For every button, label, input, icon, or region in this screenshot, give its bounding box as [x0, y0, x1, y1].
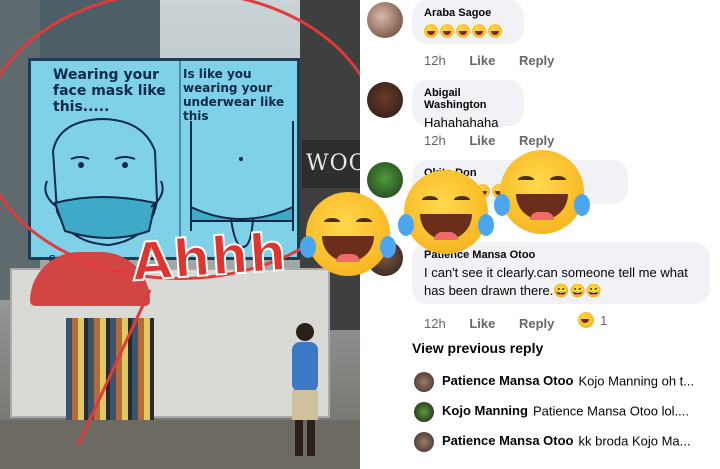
like-button[interactable]: Like [469, 53, 495, 68]
reply-author[interactable]: Patience Mansa Otoo [442, 373, 573, 388]
overlay-text: Ahhh [129, 222, 290, 295]
commenter-name[interactable]: Abigail Washington [424, 87, 512, 111]
emoji-tear [494, 194, 510, 216]
crying-laughing-emoji-icon [494, 150, 590, 234]
emoji-mouth [516, 194, 568, 220]
comment-text: I can't see it clearly.can someone tell … [424, 265, 688, 298]
crying-laughing-emoji-icon [300, 192, 396, 276]
emoji-row [424, 22, 504, 39]
view-previous-reply-link[interactable]: View previous reply [412, 340, 543, 356]
commenter-name[interactable]: Patience Mansa Otoo [424, 249, 698, 261]
emoji-eye [454, 196, 470, 204]
laughing-reaction-icon [578, 312, 594, 328]
emoji-tongue [434, 232, 458, 240]
emoji-tongue [336, 254, 360, 262]
comment-text: Hahahahaha [424, 115, 499, 130]
laughing-emoji-icon [440, 23, 454, 38]
reaction-count-value: 1 [600, 312, 608, 328]
reply-text: kk broda Kojo Ma... [578, 433, 691, 449]
reply-preview[interactable]: Kojo Manning Patience Mansa Otoo lol.... [414, 402, 710, 422]
avatar[interactable] [367, 2, 403, 38]
emoji-eye [550, 176, 566, 184]
reply-button[interactable]: Reply [519, 53, 554, 68]
comment-bubble: Araba Sagoe [412, 0, 524, 44]
emoji-tear [574, 194, 590, 216]
reply-text: Kojo Manning oh t... [578, 373, 695, 389]
laughing-emoji-icon [472, 23, 486, 38]
avatar[interactable] [414, 402, 434, 422]
laughing-emoji-icon [488, 23, 502, 38]
comment-time: 12h [424, 133, 446, 148]
emoji-mouth [322, 236, 374, 262]
comment-time: 12h [424, 53, 446, 68]
emoji-tear [300, 236, 316, 258]
like-button[interactable]: Like [469, 133, 495, 148]
comment-meta: 12h Like Reply [424, 53, 574, 68]
like-button[interactable]: Like [469, 316, 495, 331]
reaction-count[interactable]: 1 [578, 312, 627, 328]
emoji-mouth [420, 214, 472, 240]
emoji-tongue [530, 212, 554, 220]
comment-time: 12h [424, 316, 446, 331]
avatar[interactable] [367, 162, 403, 198]
reply-author[interactable]: Kojo Manning [442, 403, 528, 418]
laughing-emoji-icon [456, 23, 470, 38]
comment-meta: 12h Like Reply [424, 133, 574, 148]
avatar[interactable] [414, 432, 434, 452]
laughing-emoji-icon [424, 23, 438, 38]
emoji-tear [380, 236, 396, 258]
reply-author[interactable]: Patience Mansa Otoo [442, 433, 573, 448]
emoji-eye [518, 176, 534, 184]
reply-button[interactable]: Reply [519, 316, 554, 331]
emoji-eye [422, 196, 438, 204]
reply-preview[interactable]: Patience Mansa Otoo Kojo Manning oh t... [414, 372, 710, 392]
avatar[interactable] [414, 372, 434, 392]
emoji-tear [398, 214, 414, 236]
emoji-eye [356, 218, 372, 226]
comment-meta: 12h Like Reply 1 [424, 312, 647, 331]
reply-preview[interactable]: Patience Mansa Otoo kk broda Kojo Ma... [414, 432, 710, 452]
comment-bubble: Abigail Washington Hahahahaha [412, 80, 524, 130]
avatar[interactable] [367, 82, 403, 118]
reply-text: Patience Mansa Otoo lol.... [532, 403, 690, 419]
emoji-eye [324, 218, 340, 226]
reply-button[interactable]: Reply [519, 133, 554, 148]
emoji-tear [478, 214, 494, 236]
commenter-name[interactable]: Araba Sagoe [424, 7, 512, 19]
crying-laughing-emoji-icon [398, 170, 494, 254]
